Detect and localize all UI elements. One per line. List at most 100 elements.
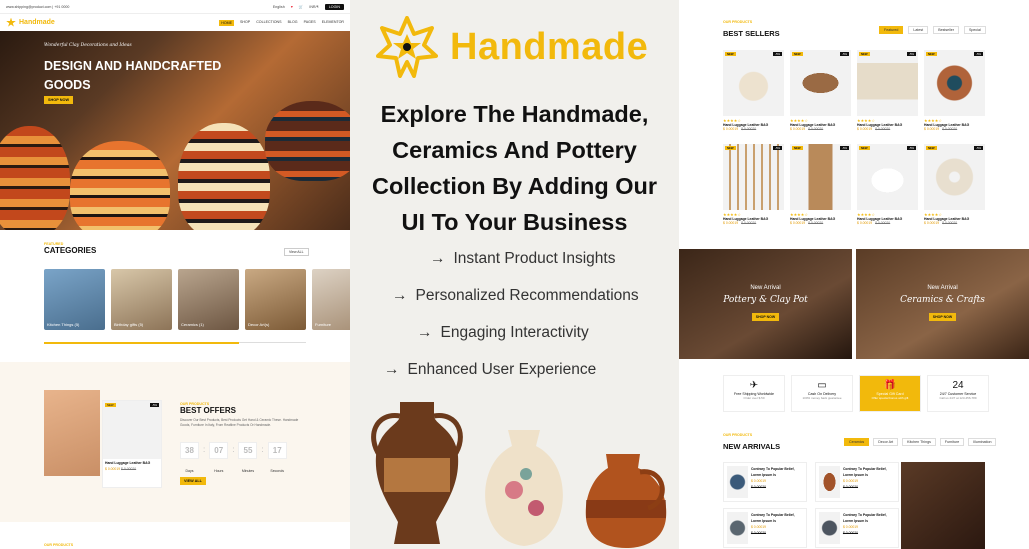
shop-now-button[interactable]: SHOP NOW xyxy=(928,313,957,321)
login-button[interactable]: LOGIN xyxy=(324,3,344,10)
service-features: ✈ Free Shipping Worldwide Order over $.50 … xyxy=(723,375,989,412)
top-bar: www.shipping@product.com | +91 0000 Engl… xyxy=(0,0,350,14)
category-name: Furniture xyxy=(315,322,332,327)
nav-item-shop[interactable]: SHOP xyxy=(240,20,250,26)
arrival-tabs: Ceramics Decor Art Kitchen Things Furnit… xyxy=(844,438,997,446)
arrival-item[interactable]: Contrary To Popular Belief, Lorem Ipsum … xyxy=(723,462,807,502)
tab-special[interactable]: Special xyxy=(963,26,986,34)
view-all-button[interactable]: VIEW ALL xyxy=(180,477,206,485)
discount-badge: -5% xyxy=(907,52,916,56)
product-image: NEW -5% xyxy=(924,50,985,116)
old-price: $ 0.00020 xyxy=(750,531,767,535)
category-card[interactable]: Birthday gifts (5) xyxy=(111,269,172,330)
feature-item: → Instant Product Insights xyxy=(430,250,615,268)
nav-item-elementor[interactable]: ELEMENTOR xyxy=(322,20,344,26)
tab-kitchen-things[interactable]: Kitchen Things xyxy=(902,438,936,446)
best-offers-section: NEW -5% Hand Luggage Leather BAG $ 0.000… xyxy=(0,362,350,522)
arrival-item[interactable]: Contrary To Popular Belief, Lorem Ipsum … xyxy=(815,462,899,502)
product-price: $ 0.00019 xyxy=(857,221,873,225)
product-card[interactable]: NEW -5% ★★★★☆ Hand Luggage Leather BAG $ 0.0… xyxy=(790,144,851,232)
product-name: Hand Luggage Leather BAG xyxy=(105,461,151,465)
tab-illumination[interactable]: Illumination xyxy=(968,438,997,446)
timer-seconds: 17 xyxy=(267,442,287,459)
tab-bestseller[interactable]: Bestseller xyxy=(933,26,959,34)
product-price: $ 0.00019 xyxy=(750,525,767,529)
tab-furniture[interactable]: Furniture xyxy=(939,438,965,446)
discount-badge: -5% xyxy=(150,403,159,407)
old-price: $ 0.00020 xyxy=(121,467,137,471)
banner-title: Pottery & Clay Pot xyxy=(723,295,808,305)
product-price: $ 0.00019 xyxy=(723,221,739,225)
product-card[interactable]: NEW -5% ★★★★☆ Hand Luggage Leather BAG $ 0.0… xyxy=(790,50,851,138)
star-logo-icon xyxy=(6,17,16,27)
product-card[interactable]: NEW -5% ★★★★☆ Hand Luggage Leather BAG $ 0.0… xyxy=(924,144,985,232)
timer-label: Days xyxy=(185,469,194,473)
product-card[interactable]: NEW -5% Hand Luggage Leather BAG $ 0.000… xyxy=(102,400,162,488)
arrow-icon: → xyxy=(417,324,433,341)
category-card[interactable]: Furniture xyxy=(312,269,350,330)
floral-vase-image xyxy=(485,430,563,546)
scroll-indicator[interactable] xyxy=(44,342,306,344)
product-card[interactable]: NEW -5% ★★★★☆ Hand Luggage Leather BAG $ 0.0… xyxy=(857,50,918,138)
product-price: $ 0.00019 xyxy=(105,467,121,471)
plane-icon: ✈ xyxy=(749,380,759,391)
product-image xyxy=(727,512,748,544)
wishlist-icon[interactable]: ♥ xyxy=(291,5,293,9)
feature-support: 24 24/7 Customer Service Call us 24/7 at 1… xyxy=(927,375,989,412)
banner-label: New Arrival xyxy=(927,285,958,291)
arrow-icon: → xyxy=(384,361,400,378)
promo-banner: New Arrival Ceramics & Crafts SHOP NOW xyxy=(856,249,1029,359)
arrival-item[interactable]: Contrary To Popular Belief, Lorem Ipsum … xyxy=(815,508,899,548)
arrival-item[interactable]: Contrary To Popular Belief, Lorem Ipsum … xyxy=(723,508,807,548)
category-name: Birthday gifts (5) xyxy=(114,322,144,327)
section-title: CATEGORIES xyxy=(44,246,97,255)
feature-subtitle: Order over $.50 xyxy=(743,396,765,400)
category-card[interactable]: Kitchen Things (5) xyxy=(44,269,105,330)
product-price: $ 0.00019 xyxy=(857,127,873,131)
product-image: NEW -5% xyxy=(924,144,985,210)
feature-subtitle: Call us 24/7 at 123-456-789 xyxy=(939,396,977,400)
shop-now-button[interactable]: SHOP NOW xyxy=(751,313,780,321)
category-name: Ceramics (1) xyxy=(181,322,204,327)
logo[interactable]: Handmade xyxy=(6,17,55,28)
tab-ceramics[interactable]: Ceramics xyxy=(844,438,870,446)
old-price: $ 0.00020 xyxy=(942,127,958,131)
old-price: $ 0.00020 xyxy=(942,221,958,225)
countdown-timer: 38 Days : 07 Hours : 55 Minutes : 17 Seconds xyxy=(180,442,287,477)
product-image: NEW -5% xyxy=(857,50,918,116)
product-card[interactable]: NEW -5% ★★★★☆ Hand Luggage Leather BAG $ 0.0… xyxy=(924,50,985,138)
category-list: Kitchen Things (5) Birthday gifts (5) Ce… xyxy=(44,269,350,330)
shop-now-button[interactable]: SHOP NOW xyxy=(44,96,74,104)
new-badge: NEW xyxy=(859,146,870,150)
cart-icon[interactable]: 🛒 xyxy=(299,5,303,9)
section-title: BEST SELLERS xyxy=(723,29,780,38)
new-badge: NEW xyxy=(792,146,803,150)
product-price: $ 0.00019 xyxy=(790,221,806,225)
nav-item-collections[interactable]: COLLECTIONS xyxy=(256,20,281,26)
product-card[interactable]: NEW -5% ★★★★☆ Hand Luggage Leather BAG $ 0.0… xyxy=(723,144,784,232)
discount-badge: -5% xyxy=(840,146,849,150)
old-price: $ 0.00020 xyxy=(741,127,757,131)
wallet-icon: ▭ xyxy=(817,380,827,391)
new-badge: NEW xyxy=(725,52,736,56)
nav-item-blog[interactable]: BLOG xyxy=(288,20,298,26)
category-card[interactable]: Decor Art(s) xyxy=(245,269,306,330)
product-card[interactable]: NEW -5% ★★★★☆ Hand Luggage Leather BAG $ 0.0… xyxy=(723,50,784,138)
tab-featured[interactable]: Featured xyxy=(879,26,904,34)
old-price: $ 0.00020 xyxy=(875,127,891,131)
banner-label: New Arrival xyxy=(750,285,781,291)
nav-item-home[interactable]: HOME xyxy=(219,19,234,26)
language-select[interactable]: English xyxy=(273,5,285,9)
discount-badge: -5% xyxy=(907,146,916,150)
timer-label: Hours xyxy=(214,469,224,473)
jug-vase-image xyxy=(585,454,667,548)
currency-select[interactable]: INR/₹ xyxy=(309,5,318,9)
category-card[interactable]: Ceramics (1) xyxy=(178,269,239,330)
tab-latest[interactable]: Latest xyxy=(908,26,929,34)
pot-image xyxy=(178,123,270,230)
support-icon: 24 xyxy=(952,380,964,391)
product-card[interactable]: NEW -5% ★★★★☆ Hand Luggage Leather BAG $ 0.0… xyxy=(857,144,918,232)
nav-item-pages[interactable]: PAGES xyxy=(304,20,316,26)
tab-decor-art[interactable]: Decor Art xyxy=(873,438,899,446)
view-all-button[interactable]: View ALL xyxy=(284,248,309,256)
